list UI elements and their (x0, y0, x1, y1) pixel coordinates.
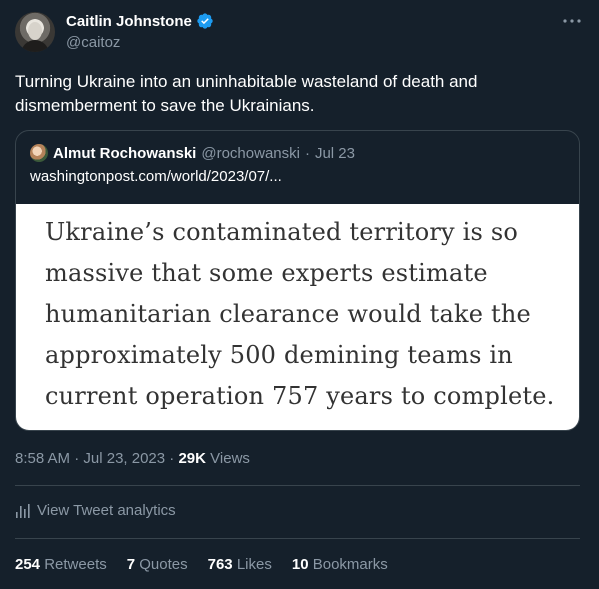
view-analytics-label[interactable]: View Tweet analytics (37, 502, 176, 519)
quote-date: Jul 23 (314, 144, 355, 162)
stat-value: 254 (15, 556, 41, 573)
quotes-stat[interactable]: 7 Quotes (127, 556, 188, 573)
stat-label: Bookmarks (312, 556, 388, 573)
quote-author-avatar (30, 144, 48, 162)
author-avatar[interactable] (15, 12, 55, 52)
stat-label: Quotes (139, 556, 188, 573)
tweet-date[interactable]: Jul 23, 2023 (83, 450, 165, 467)
stat-label: Likes (236, 556, 272, 573)
quote-tweet-card[interactable]: Almut Rochowanski @rochowanski · Jul 23 … (15, 130, 580, 431)
verified-badge-icon (197, 13, 213, 29)
more-dots-icon (563, 19, 581, 23)
likes-stat[interactable]: 763 Likes (208, 556, 272, 573)
quote-image-text: Ukraine’s contaminated territory is so m… (45, 218, 555, 410)
retweets-stat[interactable]: 254 Retweets (15, 556, 107, 573)
divider (15, 485, 580, 486)
author-name-text[interactable]: Caitlin Johnstone (66, 13, 192, 30)
stat-value: 7 (126, 556, 136, 573)
stat-label: Retweets (44, 556, 107, 573)
divider (15, 538, 580, 539)
author-handle[interactable]: @caitoz (66, 34, 120, 51)
tweet-time[interactable]: 8:58 AM (15, 450, 70, 467)
stat-value: 10 (291, 556, 309, 573)
meta-separator: · (74, 450, 80, 467)
quote-author-handle: @rochowanski (201, 144, 300, 162)
avatar-shoulders (21, 40, 49, 52)
timestamp-row: 8:58 AM · Jul 23, 2023 · 29K Views (15, 450, 250, 467)
quote-image[interactable]: Ukraine’s contaminated territory is so m… (16, 204, 579, 430)
more-options-button[interactable] (560, 12, 584, 32)
view-analytics-link[interactable]: View Tweet analytics (15, 502, 176, 519)
bar-chart-icon (16, 503, 30, 518)
author-name[interactable]: Caitlin Johnstone (66, 12, 214, 30)
quote-author-name: Almut Rochowanski (53, 144, 197, 162)
quote-link[interactable]: washingtonpost.com/world/2023/07/... (30, 168, 282, 185)
engagement-stats: 254 Retweets 7 Quotes 763 Likes 10 Bookm… (15, 556, 388, 573)
tweet-text: Turning Ukraine into an uninhabitable wa… (15, 72, 478, 115)
quote-header: Almut Rochowanski @rochowanski · Jul 23 (30, 144, 355, 162)
stat-value: 763 (207, 556, 233, 573)
views-count: 29K (178, 450, 206, 467)
meta-separator: · (169, 450, 175, 467)
views-label: Views (210, 450, 250, 467)
bookmarks-stat[interactable]: 10 Bookmarks (292, 556, 388, 573)
avatar-face (28, 22, 42, 40)
tweet: Caitlin Johnstone @caitoz Turning Ukrain… (0, 0, 599, 589)
quote-separator: · (304, 144, 310, 162)
